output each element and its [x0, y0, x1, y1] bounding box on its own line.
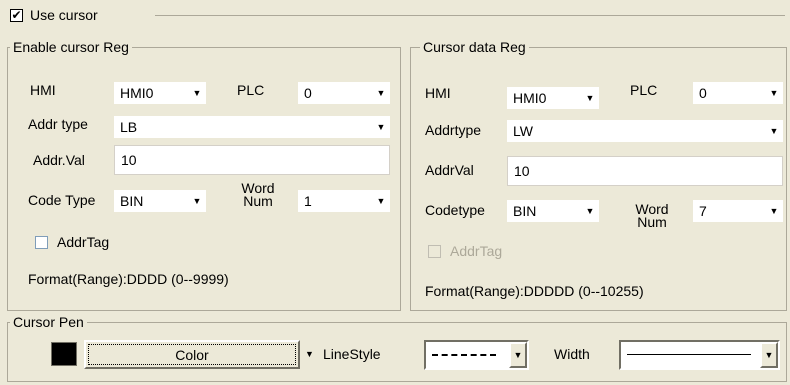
data-hmi-select[interactable]: HMI0 ▼: [507, 87, 599, 109]
enable-addrtype-value: LB: [120, 119, 138, 135]
color-button-label: Color: [175, 347, 209, 363]
dropdown-arrow-icon: ▼: [513, 350, 523, 360]
cursor-data-reg-title: Cursor data Reg: [420, 39, 529, 55]
enable-addrval-label: Addr.Val: [33, 152, 85, 168]
dropdown-arrow-icon: ▼: [376, 196, 386, 206]
dropdown-arrow-icon: ▼: [585, 93, 595, 103]
data-wordnum-label: Word Num: [632, 202, 672, 230]
enable-addrval-value: 10: [121, 152, 137, 168]
data-wordnum-value: 7: [699, 203, 707, 219]
data-codetype-select[interactable]: BIN ▼: [507, 200, 599, 222]
data-hmi-value: HMI0: [513, 90, 547, 106]
data-wordnum-select[interactable]: 7 ▼: [693, 200, 783, 222]
color-dropdown-arrow-icon[interactable]: ▼: [305, 349, 314, 359]
data-addrtype-select[interactable]: LW ▼: [507, 120, 783, 142]
enable-plc-select[interactable]: 0 ▼: [298, 82, 390, 104]
dropdown-arrow-icon: ▼: [764, 350, 774, 360]
enable-hmi-label: HMI: [30, 82, 56, 98]
dropdown-arrow-icon: ▼: [769, 88, 779, 98]
dropdown-arrow-icon: ▼: [376, 88, 386, 98]
data-addrtag-checkbox[interactable]: [428, 245, 441, 258]
data-plc-value: 0: [699, 85, 707, 101]
linestyle-label: LineStyle: [323, 346, 381, 362]
use-cursor-checkbox[interactable]: ✔: [10, 9, 23, 22]
enable-addrtype-select[interactable]: LB ▼: [114, 116, 390, 138]
cursor-pen-title: Cursor Pen: [10, 314, 87, 330]
enable-addrtag-checkbox[interactable]: [35, 236, 48, 249]
enable-wordnum-select[interactable]: 1 ▼: [298, 190, 390, 212]
checkmark-icon: ✔: [11, 8, 22, 22]
dropdown-arrow-icon: ▼: [192, 196, 202, 206]
data-plc-label: PLC: [630, 82, 658, 98]
dropdown-arrow-icon: ▼: [585, 206, 595, 216]
data-codetype-label: Codetype: [425, 202, 485, 218]
enable-addrval-input[interactable]: 10: [114, 145, 390, 175]
linestyle-select[interactable]: ▼: [424, 340, 529, 370]
enable-wordnum-value: 1: [304, 193, 312, 209]
data-codetype-value: BIN: [513, 203, 537, 219]
data-addrval-input[interactable]: 10: [507, 156, 783, 186]
width-select[interactable]: ▼: [619, 340, 780, 370]
data-addrval-label: AddrVal: [425, 162, 474, 178]
data-addrtag-label: AddrTag: [450, 243, 503, 259]
enable-addrtype-label: Addr type: [28, 116, 88, 132]
enable-wordnum-label: Word Num: [238, 181, 278, 209]
enable-hmi-value: HMI0: [120, 85, 154, 101]
width-dropdown-button[interactable]: ▼: [760, 342, 778, 368]
data-addrtype-value: LW: [513, 123, 533, 139]
enable-format-text: Format(Range):DDDD (0--9999): [28, 271, 229, 287]
enable-wordnum-label-num: Num: [243, 193, 273, 209]
dropdown-arrow-icon: ▼: [769, 206, 779, 216]
dropdown-arrow-icon: ▼: [769, 126, 779, 136]
enable-addrtag-label: AddrTag: [57, 234, 110, 250]
header-separator: [155, 15, 785, 16]
data-addrtype-label: Addrtype: [425, 122, 482, 138]
enable-codetype-select[interactable]: BIN ▼: [114, 190, 206, 212]
data-format-text: Format(Range):DDDDD (0--10255): [425, 283, 644, 299]
enable-codetype-label: Code Type: [28, 192, 96, 208]
linestyle-dropdown-button[interactable]: ▼: [509, 342, 527, 368]
width-line-preview: [627, 354, 751, 355]
color-swatch[interactable]: [51, 342, 77, 366]
enable-codetype-value: BIN: [120, 193, 144, 209]
width-label: Width: [554, 346, 590, 362]
enable-hmi-select[interactable]: HMI0 ▼: [114, 82, 206, 104]
enable-cursor-reg-title: Enable cursor Reg: [10, 39, 132, 55]
data-plc-select[interactable]: 0 ▼: [693, 82, 783, 104]
use-cursor-label: Use cursor: [30, 7, 98, 23]
enable-plc-label: PLC: [237, 82, 265, 98]
dropdown-arrow-icon: ▼: [376, 122, 386, 132]
data-addrval-value: 10: [514, 163, 530, 179]
data-hmi-label: HMI: [425, 85, 451, 101]
color-button[interactable]: Color: [84, 340, 300, 369]
data-wordnum-label-num: Num: [637, 214, 667, 230]
dropdown-arrow-icon: ▼: [192, 88, 202, 98]
linestyle-dash-preview: [432, 354, 496, 356]
enable-plc-value: 0: [304, 85, 312, 101]
